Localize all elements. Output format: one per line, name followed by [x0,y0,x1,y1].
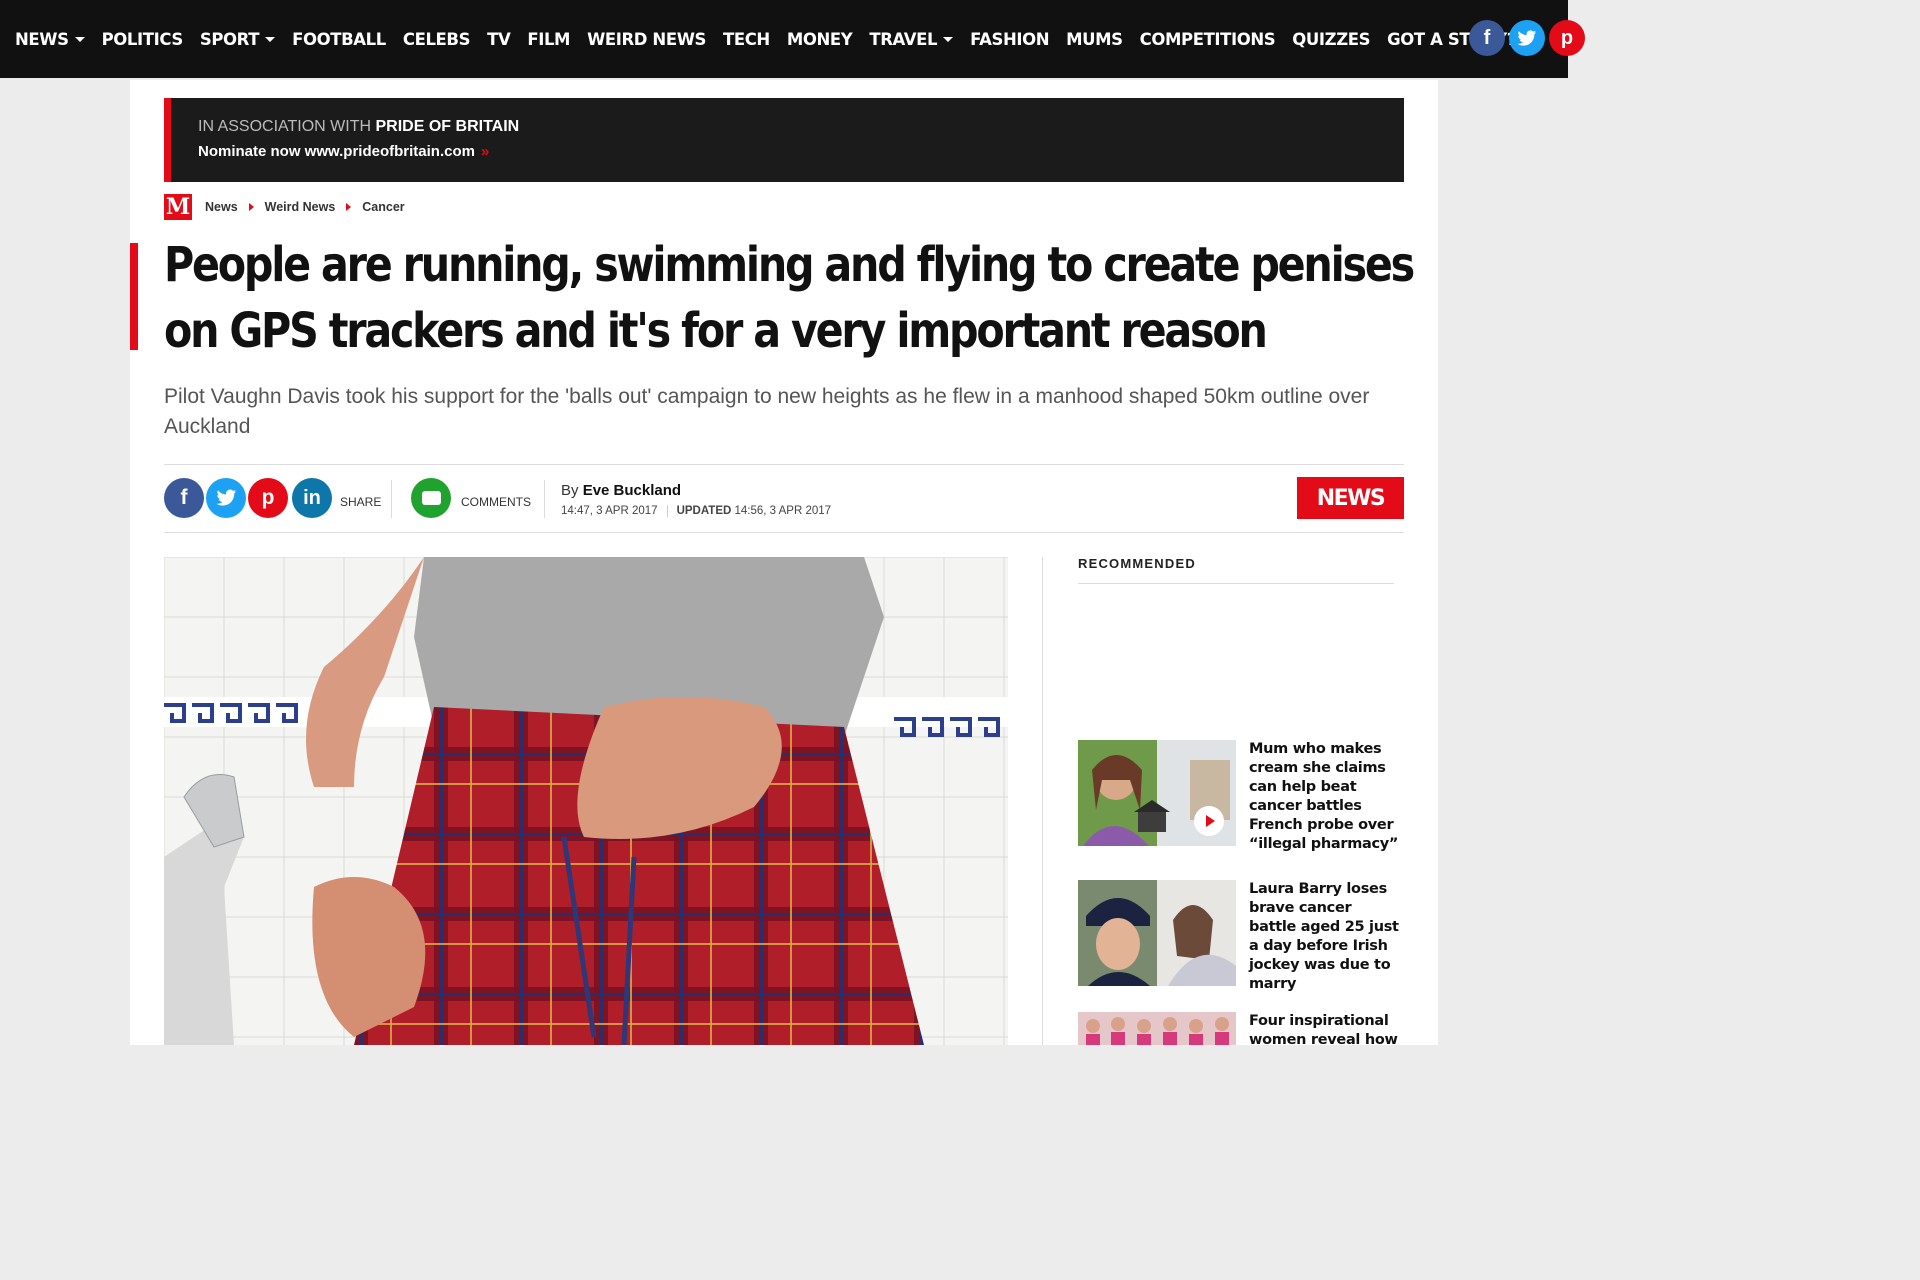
pinterest-icon[interactable]: p [1549,20,1585,56]
nav-item-competitions[interactable]: COMPETITIONS [1140,30,1276,49]
mirror-logo[interactable]: M [164,194,192,220]
nav-item-money[interactable]: MONEY [786,29,853,49]
breadcrumb: M News Weird News Cancer [164,194,405,220]
nominate-text: Nominate now www.prideofbritain.com [198,143,475,160]
divider [164,532,1404,533]
chevron-down-icon [265,36,276,42]
nav-list: NEWS POLITICS SPORT FOOTBALL CELEBS TV FILM WEI… [15,0,1533,78]
nav-item-label: FILM [527,29,571,49]
category-badge[interactable]: NEWS [1297,477,1404,519]
nav-item-football[interactable]: FOOTBALL [292,30,386,49]
facebook-share-icon[interactable]: f [164,478,204,518]
nav-item-celebs[interactable]: CELEBS [402,29,471,49]
play-video-icon[interactable] [1194,806,1224,836]
recommended-headline[interactable]: Laura Barry loses brave cancer battle ag… [1249,880,1399,994]
nav-item-label: NEWS [15,29,69,49]
divider [1078,583,1394,584]
nav-item-tech[interactable]: TECH [723,30,770,49]
chevron-down-icon [74,36,85,42]
nav-item-quizzes[interactable]: QUIZZES [1292,30,1370,49]
recommended-heading: RECOMMENDED [1078,556,1196,571]
article-page: IN ASSOCIATION WITH PRIDE OF BRITAIN Nom… [130,80,1438,1048]
arrow-icon: » [480,143,490,160]
nav-item-label: CELEBS [402,29,471,49]
pride-of-britain-banner[interactable]: IN ASSOCIATION WITH PRIDE OF BRITAIN Nom… [164,98,1404,182]
recommended-thumbnail[interactable] [1078,1012,1236,1045]
divider [391,480,392,518]
nav-item-label: TECH [723,29,770,49]
nav-item-label: TV [487,29,511,49]
updated-time: 14:56, 3 APR 2017 [734,505,832,517]
author-name[interactable]: Eve Buckland [583,482,681,499]
nav-item-fashion[interactable]: FASHION [970,30,1049,49]
nav-item-label: FOOTBALL [292,29,386,49]
nav-item-label: SPORT [199,29,260,49]
nav-item-travel[interactable]: TRAVEL [869,29,954,49]
share-bar: f p in SHARE COMMENTS By Eve Buckland 14… [164,476,1404,522]
updated-label: UPDATED [666,505,732,517]
comments-label[interactable]: COMMENTS [461,495,531,509]
nav-item-label: WEIRD NEWS [587,29,706,49]
nav-item-weird-news[interactable]: WEIRD NEWS [587,30,706,49]
recommended-thumbnail[interactable] [1078,880,1236,986]
divider [544,480,545,518]
comments-icon[interactable] [411,478,451,518]
linkedin-share-icon[interactable]: in [292,478,332,518]
byline-prefix: By [561,482,579,499]
twitter-icon[interactable] [1509,20,1545,56]
nav-item-label: QUIZZES [1292,29,1371,49]
recommended-thumbnail[interactable] [1078,740,1236,846]
breadcrumb-arrow-icon [248,203,254,211]
association-brand: PRIDE OF BRITAIN [375,118,520,135]
nav-item-label: TRAVEL [869,29,938,49]
share-label[interactable]: SHARE [340,495,381,509]
nav-item-news[interactable]: NEWS [15,30,85,49]
byline: By Eve Buckland [561,482,681,499]
nav-item-sport[interactable]: SPORT [199,29,276,49]
nav-item-film[interactable]: FILM [527,30,570,49]
association-line: IN ASSOCIATION WITH PRIDE OF BRITAIN [198,118,519,136]
breadcrumb-weird-news[interactable]: Weird News [265,200,336,214]
nav-item-label: COMPETITIONS [1139,29,1276,49]
nav-item-label: MONEY [786,29,853,49]
nominate-link[interactable]: Nominate now www.prideofbritain.com » [198,143,489,160]
recommended-headline[interactable]: Mum who makes cream she claims can help … [1249,740,1399,854]
divider [164,464,1404,465]
headline-accent-bar [130,243,138,350]
facebook-icon[interactable]: f [1469,20,1505,56]
nav-item-label: FASHION [970,29,1050,49]
nav-item-politics[interactable]: POLITICS [101,29,184,49]
breadcrumb-cancer[interactable]: Cancer [362,200,404,214]
top-navigation-bar: NEWS POLITICS SPORT FOOTBALL CELEBS TV FILM WEI… [0,0,1585,78]
article-headline: People are running, swimming and flying … [164,237,1415,359]
nav-item-label: MUMS [1066,29,1123,49]
breadcrumb-news[interactable]: News [205,200,238,214]
article-dates: 14:47, 3 APR 2017 UPDATED 14:56, 3 APR 20… [561,505,831,517]
nav-item-tv[interactable]: TV [487,29,511,49]
twitter-share-icon[interactable] [206,478,246,518]
published-time: 14:47, 3 APR 2017 [561,505,658,517]
chevron-down-icon [943,36,954,42]
column-divider [1042,557,1043,1045]
nav-item-mums[interactable]: MUMS [1066,30,1123,49]
breadcrumb-arrow-icon [346,203,352,211]
recommended-headline[interactable]: Four inspirational women reveal how [1249,1012,1399,1050]
article-hero-image [164,557,1008,1045]
nav-item-label: POLITICS [101,29,184,49]
article-standfirst: Pilot Vaughn Davis took his support for … [164,385,1370,438]
pinterest-share-icon[interactable]: p [248,478,288,518]
association-prefix: IN ASSOCIATION WITH [198,118,372,135]
